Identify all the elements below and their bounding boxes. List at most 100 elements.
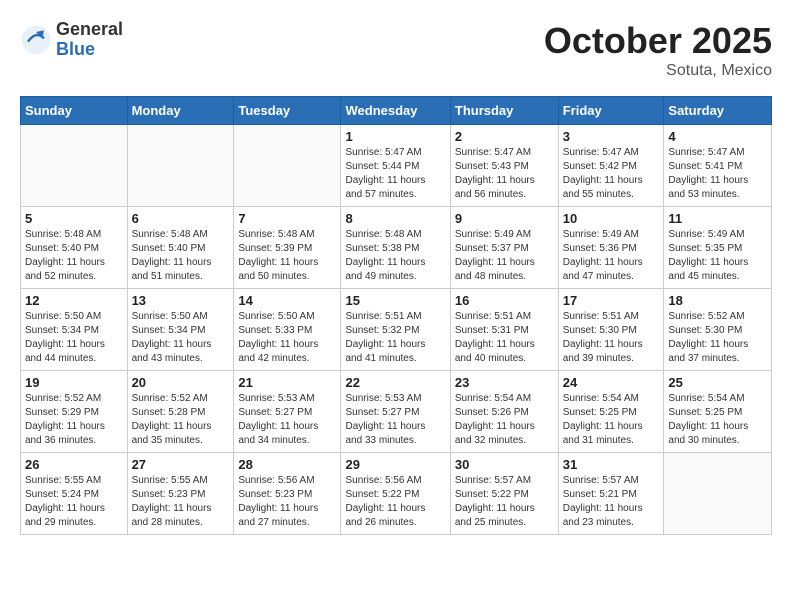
calendar-day-cell: 20 Sunrise: 5:52 AM Sunset: 5:28 PM Dayli…: [127, 371, 234, 453]
calendar-week-row: 1 Sunrise: 5:47 AM Sunset: 5:44 PM Daylig…: [21, 125, 772, 207]
day-number: 16: [455, 293, 554, 308]
calendar-day-cell: 23 Sunrise: 5:54 AM Sunset: 5:26 PM Dayli…: [450, 371, 558, 453]
day-info: Sunrise: 5:51 AM Sunset: 5:31 PM Dayligh…: [455, 310, 554, 366]
day-info: Sunrise: 5:53 AM Sunset: 5:27 PM Dayligh…: [345, 392, 445, 448]
day-info: Sunrise: 5:47 AM Sunset: 5:41 PM Dayligh…: [668, 146, 767, 202]
day-number: 12: [25, 293, 123, 308]
calendar-day-cell: 11Sunrise: 5:49 AM Sunset: 5:35 PM Dayli…: [664, 207, 772, 289]
day-number: 20: [132, 375, 230, 390]
calendar-day-cell: 13 Sunrise: 5:50 AM Sunset: 5:34 PM Dayli…: [127, 289, 234, 371]
day-info: Sunrise: 5:49 AM Sunset: 5:37 PM Dayligh…: [455, 228, 554, 284]
day-info: Sunrise: 5:50 AM Sunset: 5:33 PM Dayligh…: [238, 310, 336, 366]
day-number: 17: [563, 293, 660, 308]
calendar-day-cell: 14 Sunrise: 5:50 AM Sunset: 5:33 PM Dayli…: [234, 289, 341, 371]
calendar-day-cell: 24 Sunrise: 5:54 AM Sunset: 5:25 PM Dayli…: [558, 371, 664, 453]
calendar-day-cell: 22Sunrise: 5:53 AM Sunset: 5:27 PM Dayli…: [341, 371, 450, 453]
calendar-day-cell: 27 Sunrise: 5:55 AM Sunset: 5:23 PM Dayli…: [127, 453, 234, 535]
day-info: Sunrise: 5:52 AM Sunset: 5:28 PM Dayligh…: [132, 392, 230, 448]
calendar-day-cell: 17 Sunrise: 5:51 AM Sunset: 5:30 PM Dayli…: [558, 289, 664, 371]
calendar-week-row: 26Sunrise: 5:55 AM Sunset: 5:24 PM Dayli…: [21, 453, 772, 535]
day-info: Sunrise: 5:48 AM Sunset: 5:40 PM Dayligh…: [25, 228, 123, 284]
day-number: 21: [238, 375, 336, 390]
calendar-day-cell: 2 Sunrise: 5:47 AM Sunset: 5:43 PM Daylig…: [450, 125, 558, 207]
weekday-header: Monday: [127, 97, 234, 125]
weekday-header: Thursday: [450, 97, 558, 125]
logo-text: General Blue: [56, 20, 123, 60]
day-number: 7: [238, 211, 336, 226]
day-info: Sunrise: 5:49 AM Sunset: 5:36 PM Dayligh…: [563, 228, 660, 284]
page: General Blue October 2025 Sotuta, Mexico…: [0, 0, 792, 555]
day-number: 23: [455, 375, 554, 390]
day-number: 13: [132, 293, 230, 308]
weekday-header: Wednesday: [341, 97, 450, 125]
calendar-week-row: 12 Sunrise: 5:50 AM Sunset: 5:34 PM Dayli…: [21, 289, 772, 371]
calendar-day-cell: 25Sunrise: 5:54 AM Sunset: 5:25 PM Dayli…: [664, 371, 772, 453]
logo-icon: [20, 24, 52, 56]
day-info: Sunrise: 5:50 AM Sunset: 5:34 PM Dayligh…: [132, 310, 230, 366]
calendar-week-row: 19 Sunrise: 5:52 AM Sunset: 5:29 PM Dayli…: [21, 371, 772, 453]
day-info: Sunrise: 5:51 AM Sunset: 5:32 PM Dayligh…: [345, 310, 445, 366]
day-number: 6: [132, 211, 230, 226]
day-number: 30: [455, 457, 554, 472]
calendar-day-cell: 3 Sunrise: 5:47 AM Sunset: 5:42 PM Daylig…: [558, 125, 664, 207]
calendar-day-cell: [664, 453, 772, 535]
day-info: Sunrise: 5:47 AM Sunset: 5:44 PM Dayligh…: [345, 146, 445, 202]
calendar-day-cell: 9 Sunrise: 5:49 AM Sunset: 5:37 PM Daylig…: [450, 207, 558, 289]
day-number: 5: [25, 211, 123, 226]
day-number: 19: [25, 375, 123, 390]
calendar-day-cell: 29 Sunrise: 5:56 AM Sunset: 5:22 PM Dayli…: [341, 453, 450, 535]
day-number: 27: [132, 457, 230, 472]
calendar-day-cell: 21 Sunrise: 5:53 AM Sunset: 5:27 PM Dayli…: [234, 371, 341, 453]
calendar-week-row: 5 Sunrise: 5:48 AM Sunset: 5:40 PM Daylig…: [21, 207, 772, 289]
calendar-day-cell: 6 Sunrise: 5:48 AM Sunset: 5:40 PM Daylig…: [127, 207, 234, 289]
day-info: Sunrise: 5:48 AM Sunset: 5:40 PM Dayligh…: [132, 228, 230, 284]
calendar-day-cell: 15Sunrise: 5:51 AM Sunset: 5:32 PM Dayli…: [341, 289, 450, 371]
day-info: Sunrise: 5:54 AM Sunset: 5:25 PM Dayligh…: [668, 392, 767, 448]
day-info: Sunrise: 5:55 AM Sunset: 5:24 PM Dayligh…: [25, 474, 123, 530]
day-number: 1: [345, 129, 445, 144]
calendar-day-cell: 5 Sunrise: 5:48 AM Sunset: 5:40 PM Daylig…: [21, 207, 128, 289]
weekday-header: Tuesday: [234, 97, 341, 125]
day-number: 11: [668, 211, 767, 226]
calendar-day-cell: [234, 125, 341, 207]
day-info: Sunrise: 5:47 AM Sunset: 5:43 PM Dayligh…: [455, 146, 554, 202]
day-number: 10: [563, 211, 660, 226]
calendar: SundayMondayTuesdayWednesdayThursdayFrid…: [20, 96, 772, 535]
calendar-day-cell: 28 Sunrise: 5:56 AM Sunset: 5:23 PM Dayli…: [234, 453, 341, 535]
day-number: 24: [563, 375, 660, 390]
day-info: Sunrise: 5:48 AM Sunset: 5:38 PM Dayligh…: [345, 228, 445, 284]
day-info: Sunrise: 5:55 AM Sunset: 5:23 PM Dayligh…: [132, 474, 230, 530]
calendar-header-row: SundayMondayTuesdayWednesdayThursdayFrid…: [21, 97, 772, 125]
day-info: Sunrise: 5:56 AM Sunset: 5:23 PM Dayligh…: [238, 474, 336, 530]
day-number: 28: [238, 457, 336, 472]
calendar-day-cell: 1 Sunrise: 5:47 AM Sunset: 5:44 PM Daylig…: [341, 125, 450, 207]
day-info: Sunrise: 5:52 AM Sunset: 5:30 PM Dayligh…: [668, 310, 767, 366]
day-info: Sunrise: 5:52 AM Sunset: 5:29 PM Dayligh…: [25, 392, 123, 448]
day-number: 14: [238, 293, 336, 308]
day-number: 18: [668, 293, 767, 308]
day-number: 29: [345, 457, 445, 472]
subtitle: Sotuta, Mexico: [544, 62, 772, 80]
day-info: Sunrise: 5:54 AM Sunset: 5:25 PM Dayligh…: [563, 392, 660, 448]
calendar-day-cell: 7Sunrise: 5:48 AM Sunset: 5:39 PM Daylig…: [234, 207, 341, 289]
day-info: Sunrise: 5:54 AM Sunset: 5:26 PM Dayligh…: [455, 392, 554, 448]
logo: General Blue: [20, 20, 123, 60]
day-number: 3: [563, 129, 660, 144]
day-number: 31: [563, 457, 660, 472]
day-info: Sunrise: 5:51 AM Sunset: 5:30 PM Dayligh…: [563, 310, 660, 366]
day-info: Sunrise: 5:57 AM Sunset: 5:22 PM Dayligh…: [455, 474, 554, 530]
day-info: Sunrise: 5:53 AM Sunset: 5:27 PM Dayligh…: [238, 392, 336, 448]
calendar-day-cell: 31Sunrise: 5:57 AM Sunset: 5:21 PM Dayli…: [558, 453, 664, 535]
calendar-day-cell: [127, 125, 234, 207]
day-info: Sunrise: 5:56 AM Sunset: 5:22 PM Dayligh…: [345, 474, 445, 530]
day-info: Sunrise: 5:50 AM Sunset: 5:34 PM Dayligh…: [25, 310, 123, 366]
calendar-day-cell: [21, 125, 128, 207]
day-number: 2: [455, 129, 554, 144]
calendar-day-cell: 26Sunrise: 5:55 AM Sunset: 5:24 PM Dayli…: [21, 453, 128, 535]
calendar-day-cell: 18 Sunrise: 5:52 AM Sunset: 5:30 PM Dayli…: [664, 289, 772, 371]
weekday-header: Saturday: [664, 97, 772, 125]
calendar-day-cell: 8Sunrise: 5:48 AM Sunset: 5:38 PM Daylig…: [341, 207, 450, 289]
logo-general: General: [56, 20, 123, 40]
day-info: Sunrise: 5:47 AM Sunset: 5:42 PM Dayligh…: [563, 146, 660, 202]
day-number: 9: [455, 211, 554, 226]
